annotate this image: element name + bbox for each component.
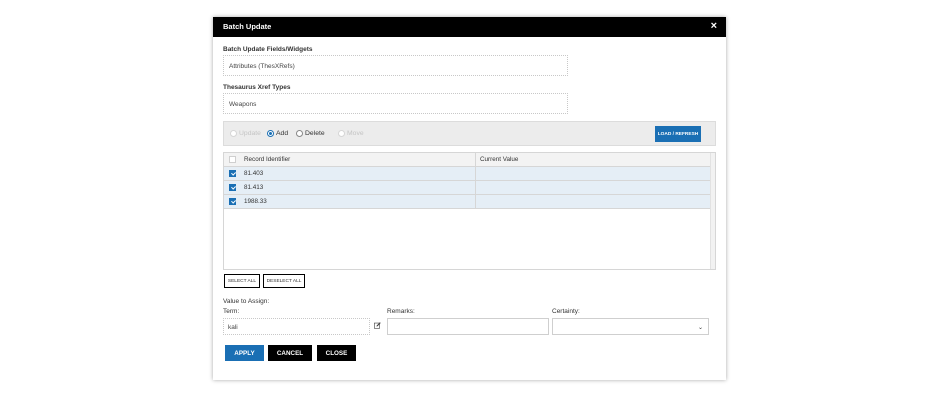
column-divider [475, 167, 476, 180]
row-checkbox[interactable] [229, 184, 236, 191]
radio-delete-label: Delete [305, 130, 325, 137]
widgets-field[interactable]: Attributes (ThesXRefs) [223, 55, 568, 76]
close-icon[interactable]: × [711, 20, 717, 32]
mode-bar: Update Add Delete Move LOAD / REFRESH [223, 121, 716, 146]
radio-delete[interactable]: Delete [296, 130, 325, 137]
grid-scrollbar[interactable] [710, 153, 715, 269]
close-button[interactable]: CLOSE [317, 345, 356, 361]
grid-header-row: Record Identifier Current Value [224, 153, 711, 167]
cancel-button[interactable]: CANCEL [268, 345, 312, 361]
batch-update-dialog: Batch Update × Batch Update Fields/Widge… [213, 17, 726, 380]
term-label: Term: [223, 308, 240, 315]
column-divider [475, 195, 476, 208]
widgets-value: Attributes (ThesXRefs) [229, 63, 295, 70]
load-refresh-button[interactable]: LOAD / REFRESH [655, 126, 701, 142]
widgets-label: Batch Update Fields/Widgets [223, 46, 313, 53]
radio-indicator [338, 130, 345, 137]
record-identifier-cell: 1988.33 [244, 198, 267, 205]
select-all-checkbox[interactable] [229, 156, 236, 163]
column-header-current-value[interactable]: Current Value [480, 156, 518, 163]
table-row[interactable]: 81.413 [224, 181, 711, 195]
select-all-button[interactable]: SELECT ALL [224, 274, 260, 288]
records-grid: Record Identifier Current Value 81.403 8… [223, 152, 716, 270]
dialog-title: Batch Update [223, 22, 272, 31]
remarks-field[interactable] [387, 318, 549, 335]
xref-types-value: Weapons [229, 101, 257, 108]
radio-indicator [230, 130, 237, 137]
apply-button[interactable]: APPLY [225, 345, 264, 361]
radio-move[interactable]: Move [338, 130, 364, 137]
remarks-label: Remarks: [387, 308, 415, 315]
radio-indicator [267, 130, 274, 137]
column-header-record-identifier[interactable]: Record Identifier [244, 156, 290, 163]
radio-indicator [296, 130, 303, 137]
deselect-all-button[interactable]: DESELECT ALL [263, 274, 305, 288]
edit-icon[interactable] [374, 322, 381, 329]
record-identifier-cell: 81.403 [244, 170, 264, 177]
term-value: kali [228, 324, 238, 331]
row-checkbox[interactable] [229, 198, 236, 205]
xref-types-field[interactable]: Weapons [223, 93, 568, 114]
xref-types-label: Thesaurus Xref Types [223, 84, 291, 91]
chevron-down-icon: ⌄ [697, 325, 703, 331]
radio-add[interactable]: Add [267, 130, 288, 137]
radio-update[interactable]: Update [230, 130, 261, 137]
table-row[interactable]: 81.403 [224, 167, 711, 181]
column-divider [475, 153, 476, 166]
radio-add-label: Add [276, 130, 289, 137]
certainty-label: Certainty: [552, 308, 580, 315]
table-row[interactable]: 1988.33 [224, 195, 711, 209]
column-divider [475, 181, 476, 194]
dialog-titlebar: Batch Update × [213, 17, 726, 37]
radio-move-label: Move [347, 130, 364, 137]
radio-update-label: Update [239, 130, 261, 137]
value-to-assign-heading: Value to Assign: [223, 298, 270, 305]
term-field[interactable]: kali [223, 318, 370, 335]
certainty-select[interactable]: ⌄ [552, 318, 709, 335]
row-checkbox[interactable] [229, 170, 236, 177]
record-identifier-cell: 81.413 [244, 184, 264, 191]
